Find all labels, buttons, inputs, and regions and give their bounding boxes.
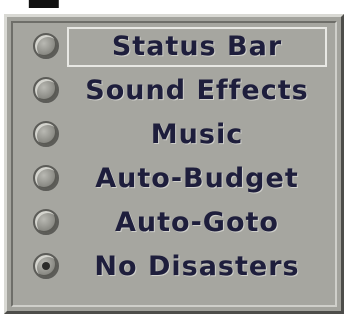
options-screen: ▀▄ ▀ ▀ Status Bar Sound Effects Music bbox=[0, 0, 360, 319]
option-label: Auto-Budget bbox=[95, 163, 299, 194]
option-label: No Disasters bbox=[94, 251, 300, 282]
option-label-box[interactable]: Status Bar bbox=[67, 27, 327, 67]
option-label: Status Bar bbox=[111, 31, 283, 62]
option-music[interactable]: Music bbox=[23, 115, 327, 155]
radio-button-icon[interactable] bbox=[33, 209, 59, 235]
radio-selected-dot bbox=[42, 262, 50, 270]
option-label-box[interactable]: No Disasters bbox=[67, 247, 327, 287]
option-no-disasters[interactable]: No Disasters bbox=[23, 247, 327, 287]
heading-glyph-fragment: ▀ bbox=[62, 0, 91, 8]
option-label-box[interactable]: Sound Effects bbox=[67, 71, 327, 111]
options-panel: Status Bar Sound Effects Music Auto-Budg… bbox=[4, 14, 344, 314]
options-panel-inner: Status Bar Sound Effects Music Auto-Budg… bbox=[11, 21, 337, 307]
radio-button-icon[interactable] bbox=[33, 253, 59, 279]
option-sound-effects[interactable]: Sound Effects bbox=[23, 71, 327, 111]
cropped-heading-fragment: ▀▄ ▀ ▀ bbox=[0, 0, 360, 8]
option-status-bar[interactable]: Status Bar bbox=[23, 27, 327, 67]
radio-button-icon[interactable] bbox=[33, 121, 59, 147]
option-label: Sound Effects bbox=[85, 75, 309, 106]
radio-button-icon[interactable] bbox=[33, 33, 59, 59]
option-label-box[interactable]: Music bbox=[67, 115, 327, 155]
option-label: Music bbox=[150, 119, 244, 150]
option-auto-budget[interactable]: Auto-Budget bbox=[23, 159, 327, 199]
radio-button-icon[interactable] bbox=[33, 77, 59, 103]
heading-glyph-fragment: ▀▄ bbox=[0, 0, 58, 8]
option-label: Auto-Goto bbox=[115, 207, 279, 238]
option-label-box[interactable]: Auto-Goto bbox=[67, 203, 327, 243]
option-label-box[interactable]: Auto-Budget bbox=[67, 159, 327, 199]
radio-button-icon[interactable] bbox=[33, 165, 59, 191]
option-auto-goto[interactable]: Auto-Goto bbox=[23, 203, 327, 243]
heading-glyph-fragment: ▀ bbox=[300, 0, 329, 8]
